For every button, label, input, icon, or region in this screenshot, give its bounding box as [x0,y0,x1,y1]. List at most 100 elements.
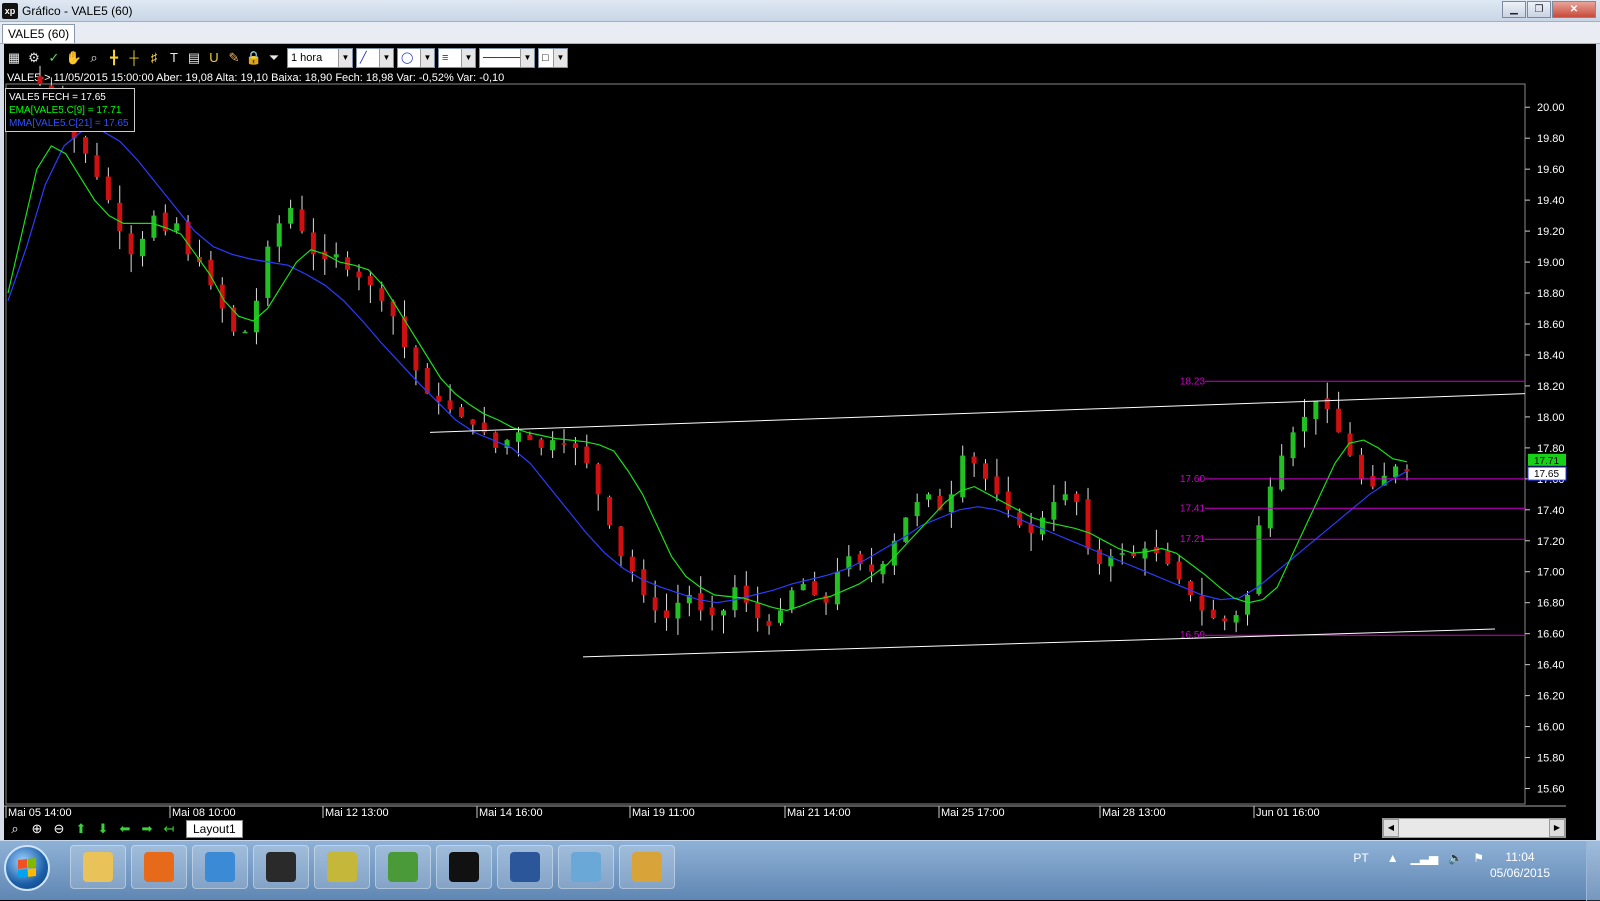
price-chart[interactable]: 20.00 19.80 19.60 19.40 19.20 19.00 18.80 18.60… [0,0,1600,900]
xp-icon [449,852,479,882]
candle-body [105,176,111,201]
candle-body [1142,548,1148,559]
y-tick-label: 17.00 [1537,567,1565,579]
candle-body [1324,398,1330,410]
candle-body [1279,455,1285,490]
candle-body [515,432,521,442]
candle-body [1222,618,1228,622]
zoom-in-icon[interactable]: ⊕ [26,820,48,838]
candle-body [288,207,294,224]
clock[interactable]: 11:04 05/06/2015 [1470,849,1570,881]
candle-body [527,434,533,441]
arrow-up-icon[interactable]: ⬆ [70,820,92,838]
x-tick-label: Jun 01 16:00 [1256,807,1320,819]
chart-nav-bar: ⌕ ⊕ ⊖ ⬆ ⬇ ⬅ ➡ ↤ Layout1 [4,819,243,839]
candle-body [1210,609,1216,619]
chart-legend: VALE5 FECH = 17.65 EMA[VALE5.C[9] = 17.7… [5,88,135,132]
y-tick-label: 16.40 [1537,660,1565,672]
candle-body [664,610,670,619]
candle-body [1199,595,1205,611]
taskbar-hp-button[interactable] [253,845,309,889]
candle-body [1233,615,1239,623]
candle-body [185,221,191,255]
chrome-icon [388,852,418,882]
candle-body [926,494,932,500]
candle-body [1176,561,1182,580]
candle-body [1245,594,1251,615]
y-tick-label: 18.20 [1537,381,1565,393]
tab-layout1[interactable]: Layout1 [186,820,243,838]
taskbar-bird-button[interactable] [192,845,248,889]
candle-body [641,569,647,595]
candle-body [914,502,920,517]
clock-time: 11:04 [1505,850,1535,864]
candle-body [1165,550,1171,564]
taskbar-chrome-button[interactable] [375,845,431,889]
upper-channel-line [429,393,1526,433]
candle-body [550,440,556,451]
candle-body [447,400,453,410]
taskbar-xp-button[interactable] [436,845,492,889]
candle-body [1188,581,1194,595]
y-tick-label: 15.60 [1537,784,1565,796]
candle-body [732,587,738,611]
y-tick-label: 20.00 [1537,102,1565,114]
candle-body [117,202,123,232]
candle-body [812,581,818,595]
candle-body [458,407,464,417]
y-tick-label: 18.40 [1537,350,1565,362]
y-tick-label: 16.60 [1537,629,1565,641]
zoom-out-icon[interactable]: ⊖ [48,820,70,838]
candle-body [276,223,282,247]
arrow-down-icon[interactable]: ⬇ [92,820,114,838]
candle-body [721,610,726,616]
horizontal-scrollbar[interactable]: ◀ ▶ [1382,818,1566,838]
y-tick-label: 17.80 [1537,443,1565,455]
arrow-left-icon[interactable]: ⬅ [114,820,136,838]
start-button[interactable] [4,845,50,891]
candle-body [151,215,157,238]
show-desktop-button[interactable] [1586,841,1600,901]
go-start-icon[interactable]: ↤ [158,820,180,838]
network-icon[interactable]: ▁▃▅ [1411,851,1439,865]
taskbar-folder-button[interactable] [70,845,126,889]
scroll-right-icon[interactable]: ▶ [1549,819,1565,837]
scroll-left-icon[interactable]: ◀ [1383,819,1399,837]
candle-body [379,288,385,301]
candle-body [675,602,681,619]
candle-body [83,137,89,154]
windows-logo-icon [18,858,36,878]
taskbar-photos-button[interactable] [558,845,614,889]
tray-expand-icon[interactable]: ▲ [1387,851,1399,865]
candle-body [1290,432,1296,459]
candle-body [1074,493,1080,503]
candle-body [94,155,100,177]
y-tick-label: 16.20 [1537,691,1565,703]
taskbar-media-player-button[interactable] [131,845,187,889]
arrow-right-icon[interactable]: ➡ [136,820,158,838]
taskbar-dollar-button[interactable] [314,845,370,889]
volume-icon[interactable]: 🔈 [1448,851,1463,865]
language-indicator[interactable]: PT [1353,851,1368,865]
price-level-label: 17.41 [1180,503,1205,514]
y-tick-label: 18.80 [1537,288,1565,300]
candle-body [1336,408,1342,433]
bird-icon [205,852,235,882]
taskbar-paint-button[interactable] [619,845,675,889]
photos-icon [571,852,601,882]
y-tick-label: 16.80 [1537,598,1565,610]
y-tick-label: 19.00 [1537,257,1565,269]
last-price-label: 17.65 [1534,469,1559,480]
candle-body [789,590,795,610]
candle-body [652,597,658,611]
candle-body [1062,494,1068,501]
candle-body [1358,454,1364,479]
taskbar-word-button[interactable] [497,845,553,889]
zoom-fit-icon[interactable]: ⌕ [4,820,26,838]
y-tick-label: 19.60 [1537,164,1565,176]
candle-body [800,584,806,591]
folder-icon [83,852,113,882]
x-tick-label: Mai 28 13:00 [1102,807,1166,819]
candle-body [1051,502,1057,520]
y-tick-label: 17.40 [1537,505,1565,517]
